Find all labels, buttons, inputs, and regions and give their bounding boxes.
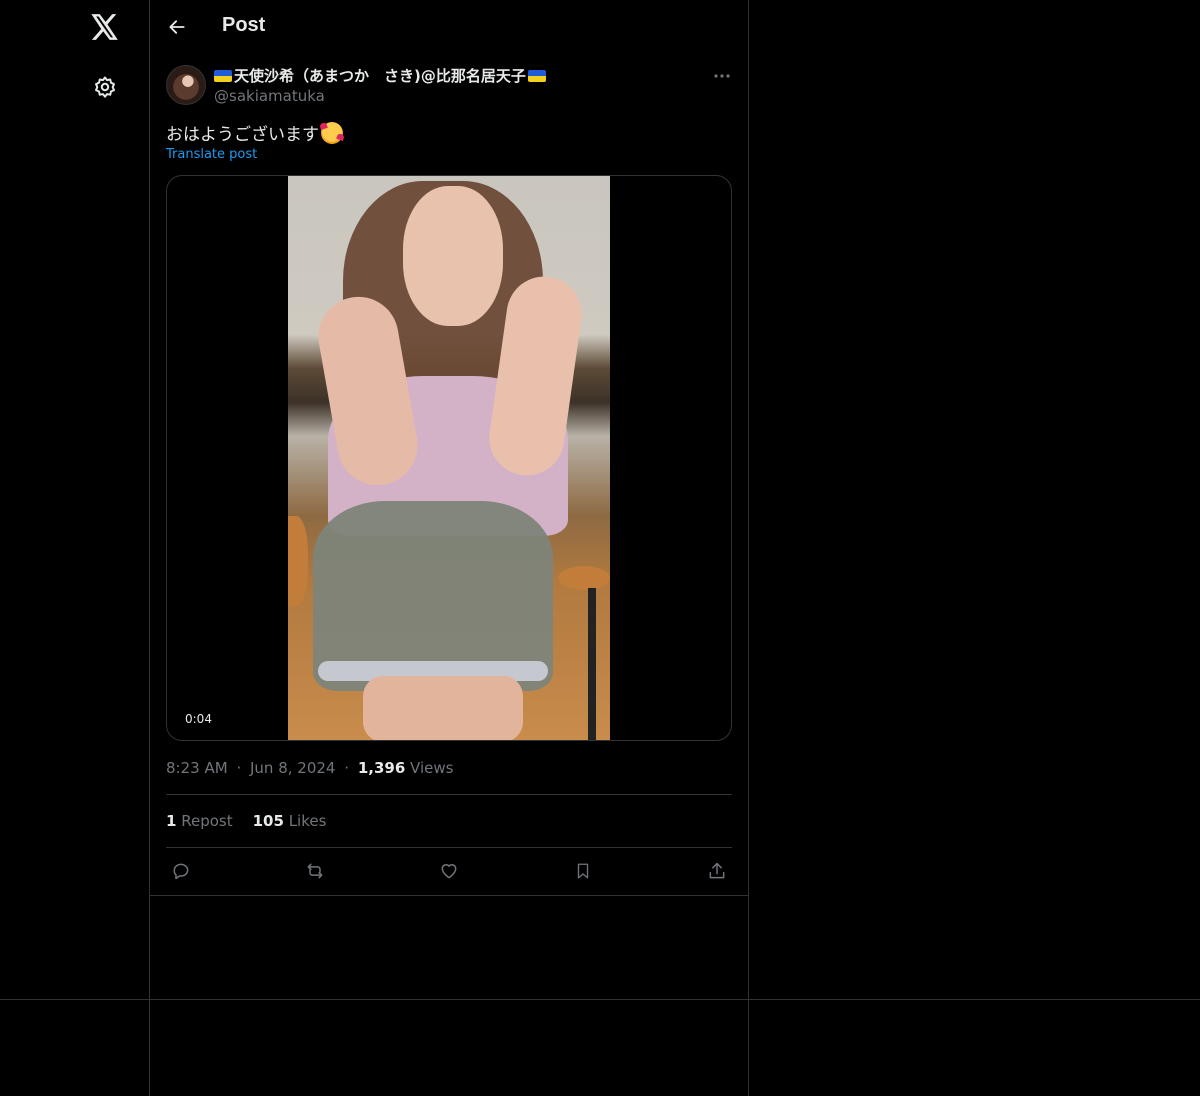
translate-post-link[interactable]: Translate post xyxy=(166,147,257,162)
heart-icon[interactable] xyxy=(436,858,462,884)
meta-separator: · xyxy=(236,759,242,777)
video-duration: 0:04 xyxy=(183,712,214,726)
divider xyxy=(166,847,732,848)
post-text: おはようございます xyxy=(166,120,343,145)
post-date[interactable]: Jun 8, 2024 xyxy=(250,759,335,777)
divider xyxy=(150,895,748,896)
avatar[interactable] xyxy=(166,65,206,105)
share-icon[interactable] xyxy=(704,858,730,884)
post-stats: 1 Repost 105 Likes xyxy=(166,812,326,830)
post-text-content: おはようございます xyxy=(166,125,319,145)
video-player[interactable]: 0:04 xyxy=(166,175,732,741)
more-horizontal-icon[interactable] xyxy=(710,66,734,86)
repost-icon[interactable] xyxy=(302,858,328,884)
arrow-left-icon[interactable] xyxy=(164,14,190,40)
post-meta: 8:23 AM · Jun 8, 2024 · 1,396 Views xyxy=(166,759,453,777)
author-name-text: 天使沙希（あまつか さき)@比那名居天子 xyxy=(234,67,526,85)
views-label: Views xyxy=(410,759,454,777)
views-count: 1,396 xyxy=(357,759,406,777)
post-actions xyxy=(166,858,732,884)
video-frame xyxy=(288,176,610,740)
post-detail-column: Post 天使沙希（あまつか さき)@比那名居天子 @sakiamatuka お… xyxy=(150,0,749,1096)
post-header: Post xyxy=(150,0,748,54)
ukraine-flag-icon xyxy=(214,69,232,82)
post-time[interactable]: 8:23 AM xyxy=(166,759,228,777)
likes-label: Likes xyxy=(288,812,327,830)
x-logo-icon[interactable] xyxy=(88,10,122,44)
author-handle[interactable]: @sakiamatuka xyxy=(214,87,325,105)
gear-icon[interactable] xyxy=(92,74,118,100)
meta-separator: · xyxy=(344,759,350,777)
likes-stat[interactable]: 105 Likes xyxy=(253,812,327,830)
author-name[interactable]: 天使沙希（あまつか さき)@比那名居天子 xyxy=(214,65,546,86)
bookmark-icon[interactable] xyxy=(570,858,596,884)
reposts-stat[interactable]: 1 Repost xyxy=(166,812,233,830)
likes-count: 105 xyxy=(252,812,284,830)
reposts-count: 1 xyxy=(166,812,177,830)
ukraine-flag-icon xyxy=(527,69,546,82)
smiling-face-with-hearts-icon xyxy=(321,121,343,144)
page-title: Post xyxy=(222,14,266,36)
reposts-label: Repost xyxy=(181,812,233,830)
page-divider xyxy=(0,999,1200,1000)
divider xyxy=(166,794,732,795)
left-navigation-rail xyxy=(0,0,150,1096)
reply-icon[interactable] xyxy=(168,858,194,884)
